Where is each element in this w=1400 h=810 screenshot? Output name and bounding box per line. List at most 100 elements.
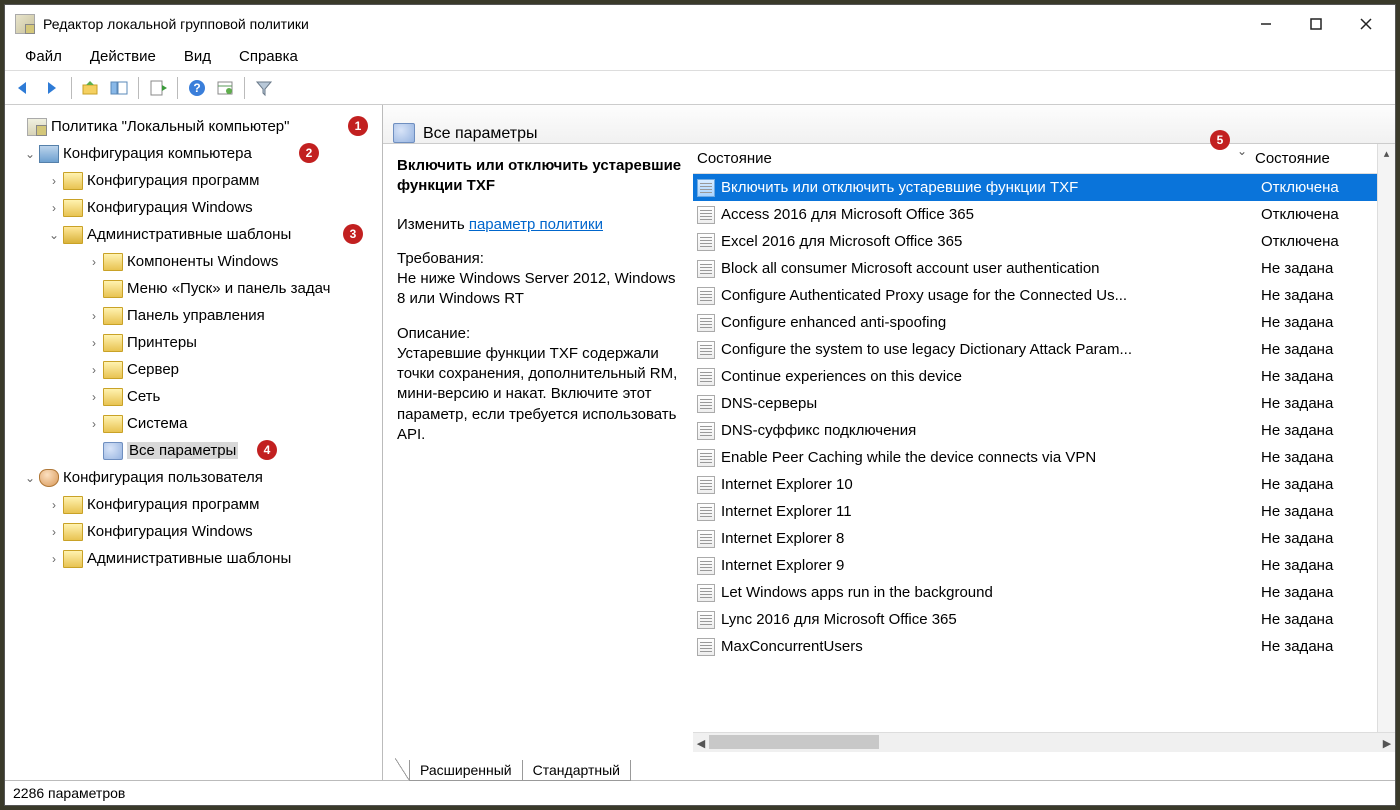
view-tabs: Расширенный Стандартный [383,752,1395,780]
setting-state: Не задана [1261,503,1393,520]
settings-list[interactable]: Включить или отключить устаревшие функци… [693,174,1395,732]
toolbar-separator [244,77,245,99]
collapse-icon[interactable]: ⌄ [21,147,39,161]
gears-icon [393,123,415,143]
setting-icon [697,503,715,521]
collapse-icon[interactable]: ⌄ [21,471,39,485]
list-item[interactable]: MaxConcurrentUsersНе задана [693,633,1395,660]
tree-root[interactable]: Политика "Локальный компьютер" 1 [9,113,378,140]
tree-item[interactable]: ›Конфигурация программ [9,167,378,194]
tree-item[interactable]: ›Административные шаблоны [9,545,378,572]
tree-computer-config[interactable]: ⌄ Конфигурация компьютера 2 [9,140,378,167]
close-button[interactable] [1341,8,1391,40]
setting-name: Configure Authenticated Proxy usage for … [721,287,1261,304]
setting-state: Отключена [1261,179,1393,196]
tree-all-settings[interactable]: Все параметры 4 [9,437,378,464]
tab-extended[interactable]: Расширенный [409,760,523,781]
tab-standard[interactable]: Стандартный [522,760,631,781]
list-item[interactable]: Internet Explorer 11Не задана [693,498,1395,525]
list-item[interactable]: Configure enhanced anti-spoofingНе задан… [693,309,1395,336]
expand-icon[interactable]: › [85,336,103,350]
list-item[interactable]: Lync 2016 для Microsoft Office 365Не зад… [693,606,1395,633]
tree-item[interactable]: ›Компоненты Windows [9,248,378,275]
minimize-button[interactable] [1241,8,1291,40]
tree-item[interactable]: ›Конфигурация программ [9,491,378,518]
filter-button[interactable] [251,75,277,101]
scroll-right-icon[interactable]: ▶ [1379,733,1395,753]
tree-item[interactable]: ›Сервер [9,356,378,383]
help-button[interactable]: ? [184,75,210,101]
forward-button[interactable] [39,75,65,101]
tree-item[interactable]: ›Панель управления [9,302,378,329]
list-item[interactable]: Block all consumer Microsoft account use… [693,255,1395,282]
list-item[interactable]: Включить или отключить устаревшие функци… [693,174,1395,201]
tree-item[interactable]: ›Система [9,410,378,437]
collapse-icon[interactable]: ⌄ [45,228,63,242]
up-folder-button[interactable] [78,75,104,101]
expand-icon[interactable]: › [85,363,103,377]
status-bar: 2286 параметров [5,781,1395,805]
expand-icon[interactable]: › [45,525,63,539]
list-item[interactable]: Internet Explorer 9Не задана [693,552,1395,579]
setting-state: Не задана [1261,395,1393,412]
expand-icon[interactable]: › [45,498,63,512]
column-name[interactable]: Состояние [697,150,1255,167]
setting-state: Не задана [1261,449,1393,466]
tree-item[interactable]: Меню «Пуск» и панель задач [9,275,378,302]
export-button[interactable] [145,75,171,101]
list-header[interactable]: Состояние ⌄ Состояние 5 [693,144,1395,174]
tree-item[interactable]: ›Конфигурация Windows [9,194,378,221]
title-bar: Редактор локальной групповой политики [5,5,1395,43]
tree-user-config[interactable]: ⌄Конфигурация пользователя [9,464,378,491]
setting-state: Не задана [1261,584,1393,601]
back-button[interactable] [11,75,37,101]
menu-help[interactable]: Справка [225,46,312,67]
navigation-tree[interactable]: Политика "Локальный компьютер" 1 ⌄ Конфи… [5,105,383,780]
list-item[interactable]: Internet Explorer 8Не задана [693,525,1395,552]
folder-icon [63,550,83,568]
list-item[interactable]: Let Windows apps run in the backgroundНе… [693,579,1395,606]
horizontal-scrollbar[interactable]: ◀ ▶ [693,732,1395,752]
expand-icon[interactable]: › [45,552,63,566]
setting-icon [697,233,715,251]
setting-icon [697,557,715,575]
folder-icon [63,496,83,514]
show-hide-tree-button[interactable] [106,75,132,101]
list-item[interactable]: Internet Explorer 10Не задана [693,471,1395,498]
tree-admin-templates[interactable]: ⌄ Административные шаблоны 3 [9,221,378,248]
properties-button[interactable] [212,75,238,101]
list-item[interactable]: Excel 2016 для Microsoft Office 365Отклю… [693,228,1395,255]
tree-item[interactable]: ›Принтеры [9,329,378,356]
list-item[interactable]: DNS-серверыНе задана [693,390,1395,417]
setting-state: Не задана [1261,557,1393,574]
scroll-up-icon[interactable]: ▴ [1378,144,1395,162]
expand-icon[interactable]: › [85,255,103,269]
setting-state: Не задана [1261,476,1393,493]
expand-icon[interactable]: › [85,309,103,323]
menu-file[interactable]: Файл [11,46,76,67]
setting-state: Не задана [1261,314,1393,331]
scroll-left-icon[interactable]: ◀ [693,733,709,753]
list-item[interactable]: Enable Peer Caching while the device con… [693,444,1395,471]
menu-action[interactable]: Действие [76,46,170,67]
list-item[interactable]: Continue experiences on this deviceНе за… [693,363,1395,390]
edit-policy-link[interactable]: параметр политики [469,216,603,233]
tree-item[interactable]: ›Конфигурация Windows [9,518,378,545]
list-item[interactable]: Access 2016 для Microsoft Office 365Откл… [693,201,1395,228]
expand-icon[interactable]: › [85,390,103,404]
setting-icon [697,179,715,197]
list-item[interactable]: Configure the system to use legacy Dicti… [693,336,1395,363]
status-text: 2286 параметров [13,785,125,801]
column-state[interactable]: ⌄ Состояние 5 [1255,150,1395,167]
list-item[interactable]: Configure Authenticated Proxy usage for … [693,282,1395,309]
expand-icon[interactable]: › [45,174,63,188]
expand-icon[interactable]: › [45,201,63,215]
expand-icon[interactable]: › [85,417,103,431]
maximize-button[interactable] [1291,8,1341,40]
list-item[interactable]: DNS-суффикс подключенияНе задана [693,417,1395,444]
vertical-scrollbar[interactable]: ▴ [1377,144,1395,732]
menu-view[interactable]: Вид [170,46,225,67]
setting-name: DNS-серверы [721,395,1261,412]
tree-item[interactable]: ›Сеть [9,383,378,410]
scrollbar-thumb[interactable] [709,735,879,749]
